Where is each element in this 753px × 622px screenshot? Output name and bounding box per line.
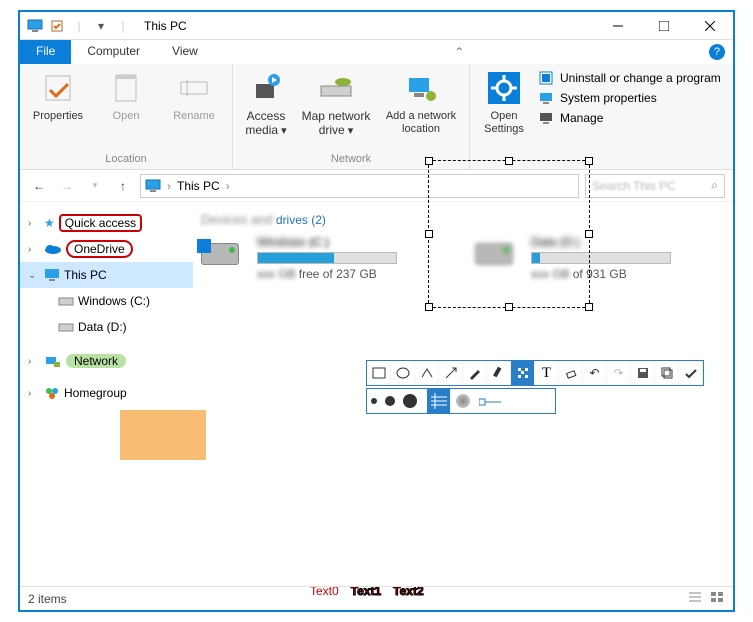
nav-homegroup[interactable]: › Homegroup [20,380,193,406]
explorer-window: | ▾ | This PC File Computer View ⌃ ? Pro… [18,10,735,612]
pc-icon [145,179,161,193]
breadcrumb-sep[interactable]: › [167,179,171,193]
drive-icon [201,235,249,275]
drive-c[interactable]: Windows (C:) xxx GB free of 237 GB [201,235,451,281]
properties-button[interactable]: Properties [28,68,88,123]
ribbon: Properties Open Rename Location Access m… [20,64,733,170]
size-small[interactable] [371,398,377,404]
qat-dropdown-icon[interactable]: ▾ [92,17,110,35]
nav-network[interactable]: › Network [20,348,193,374]
tool-text[interactable]: T [535,361,559,385]
address-bar: ← → ▾ ↑ › This PC › Search This PC ⌕ [20,170,733,202]
search-icon: ⌕ [711,178,718,193]
open-settings-button[interactable]: Open Settings [478,68,530,136]
nav-windows-c[interactable]: Windows (C:) [20,288,193,314]
chevron-right-icon[interactable]: › [28,388,40,399]
size-medium[interactable] [385,396,395,406]
annotation-toolbar: T ↶ ↷ [366,360,704,386]
tool-redo[interactable]: ↷ [607,361,631,385]
manage-button[interactable]: Manage [538,110,721,126]
nav-this-pc[interactable]: ⌄ This PC [20,262,193,288]
annotation-highlight: Network [66,354,126,368]
tool-save[interactable] [631,361,655,385]
qat-divider: | [70,17,88,35]
mosaic-style-1[interactable] [427,389,451,413]
nav-data-d[interactable]: Data (D:) [20,314,193,340]
status-item-count: 2 items [28,592,67,606]
search-input[interactable]: Search This PC ⌕ [585,174,725,198]
tool-ok[interactable] [679,361,703,385]
help-icon[interactable]: ? [709,44,725,60]
uninstall-button[interactable]: Uninstall or change a program [538,70,721,86]
tool-mosaic[interactable] [511,361,535,385]
map-drive-button[interactable]: Map network drive ▾ [299,68,373,138]
nav-quick-access[interactable]: › ★ Quick access [20,210,193,236]
size-large[interactable] [403,394,417,408]
nav-onedrive[interactable]: › OneDrive [20,236,193,262]
tab-file[interactable]: File [20,40,71,64]
annotation-blur-block [120,410,206,460]
homegroup-icon [44,386,60,400]
back-button[interactable]: ← [28,175,50,197]
tool-marker[interactable] [487,361,511,385]
access-media-button[interactable]: Access media ▾ [241,68,291,138]
tool-copy[interactable] [655,361,679,385]
mosaic-style-2[interactable] [451,394,475,408]
tool-ellipse[interactable] [391,361,415,385]
chevron-down-icon[interactable]: ⌄ [28,270,40,281]
view-large-icon[interactable] [709,590,725,607]
capacity-bar [257,252,397,264]
mosaic-style-3[interactable] [475,396,505,406]
ribbon-tabs: File Computer View ⌃ ? [20,40,733,64]
window-title: This PC [138,19,187,33]
tool-rect[interactable] [367,361,391,385]
network-icon [44,354,62,368]
search-placeholder: Search This PC [592,179,676,193]
tool-arrow[interactable] [439,361,463,385]
pc-icon [44,268,60,282]
minimize-button[interactable] [595,12,641,40]
tool-line[interactable] [415,361,439,385]
annotation-selection-rect[interactable] [428,160,590,308]
annotation-rect: Quick access [59,214,142,232]
view-details-icon[interactable] [687,590,703,607]
open-button: Open [96,68,156,123]
chevron-right-icon[interactable]: › [28,218,40,229]
add-location-button[interactable]: Add a network location [381,68,461,136]
tab-view[interactable]: View [156,40,214,64]
annotation-size-toolbar [366,388,556,414]
titlebar: | ▾ | This PC [20,12,733,40]
chevron-right-icon[interactable]: › [28,244,40,255]
annotation-ellipse: OneDrive [66,240,133,258]
close-button[interactable] [687,12,733,40]
chevron-right-icon[interactable]: › [28,356,40,367]
status-bar: 2 items [20,586,733,610]
ribbon-collapse-icon[interactable]: ⌃ [448,45,470,59]
tool-pencil[interactable] [463,361,487,385]
breadcrumb-sep[interactable]: › [226,179,230,193]
drive-icon [58,321,74,333]
rename-button: Rename [164,68,224,123]
forward-button: → [56,175,78,197]
qat-separator: | [114,17,132,35]
system-properties-button[interactable]: System properties [538,90,721,106]
recent-dropdown[interactable]: ▾ [84,175,106,197]
section-label: drives [276,213,308,227]
tab-computer[interactable]: Computer [71,40,156,64]
qat-properties-icon[interactable] [48,17,66,35]
breadcrumb-this-pc[interactable]: This PC [177,179,220,193]
section-count: (2) [311,213,326,227]
up-button[interactable]: ↑ [112,175,134,197]
onedrive-icon [44,243,62,255]
star-icon: ★ [44,216,55,230]
section-label-blurred: Devices and [201,212,273,227]
tool-eraser[interactable] [559,361,583,385]
group-location-label: Location [28,149,224,165]
tool-undo[interactable]: ↶ [583,361,607,385]
navigation-pane: › ★ Quick access › OneDrive ⌄ This PC Wi… [20,204,193,586]
drive-icon [58,295,74,307]
pc-icon [26,17,44,35]
maximize-button[interactable] [641,12,687,40]
